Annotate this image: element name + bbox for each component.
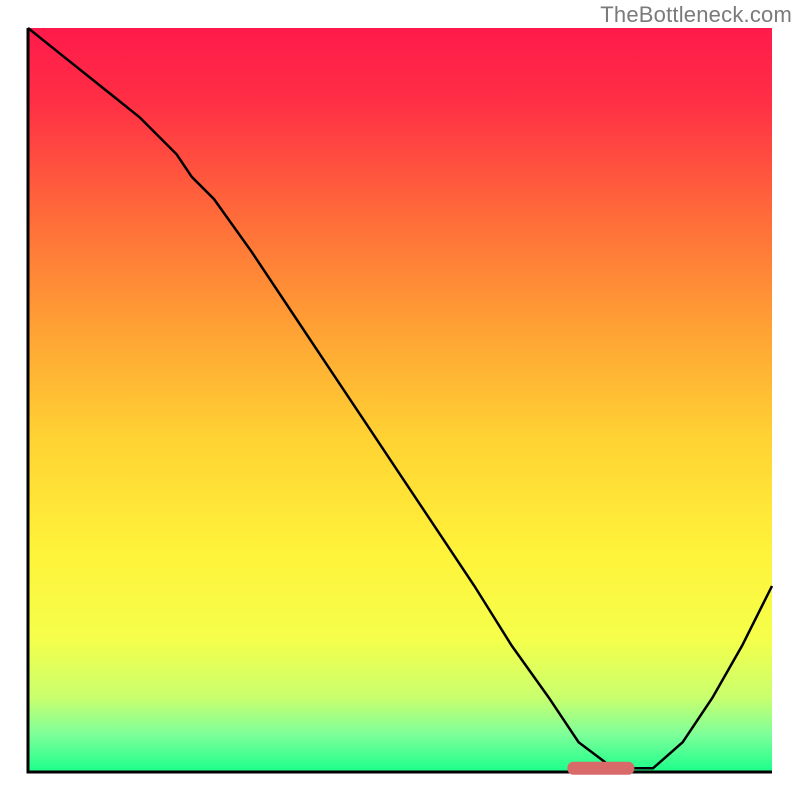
- gradient-background: [28, 28, 772, 772]
- bottleneck-chart: [0, 0, 800, 800]
- optimal-range-pill: [567, 762, 634, 775]
- watermark-text: TheBottleneck.com: [600, 2, 792, 28]
